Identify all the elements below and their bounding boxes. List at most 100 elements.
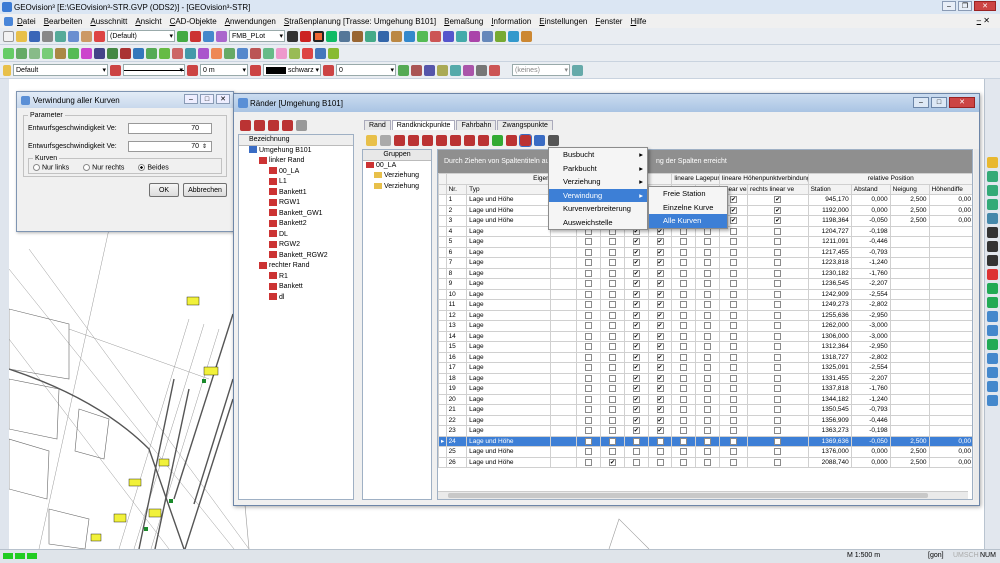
cell-typ[interactable]: Lage und Höhe: [466, 215, 552, 227]
table-row[interactable]: 13 Lage ✔ ✔ 1262,000 -3,000: [438, 320, 972, 332]
cell-check[interactable]: [600, 236, 625, 248]
group-item[interactable]: Verziehung: [363, 171, 431, 182]
cell-neigung[interactable]: 2,500: [889, 215, 930, 227]
cell-check[interactable]: [600, 446, 625, 458]
cell-hdiff[interactable]: [928, 236, 972, 248]
tree-item[interactable]: DL: [239, 230, 353, 241]
edit-props-icon[interactable]: [315, 47, 326, 59]
undo-icon[interactable]: [94, 30, 105, 42]
draw-line-icon[interactable]: [3, 47, 14, 59]
cell-check[interactable]: [695, 351, 720, 363]
cell-check[interactable]: ✔: [600, 456, 625, 468]
cell-check[interactable]: [647, 446, 673, 458]
cell-typ[interactable]: Lage: [466, 383, 552, 395]
cell-check[interactable]: [576, 341, 602, 353]
view6-icon[interactable]: [987, 339, 998, 350]
cell-check[interactable]: [695, 257, 720, 269]
linetype-edit-icon[interactable]: [187, 64, 198, 76]
cell-typ[interactable]: Lage: [466, 225, 552, 237]
cell-check[interactable]: [576, 288, 602, 300]
tab-randknickpunkte[interactable]: Randknickpunkte: [391, 120, 456, 130]
cell-check[interactable]: [747, 278, 809, 290]
cell-neigung[interactable]: [889, 330, 930, 342]
table-row[interactable]: 19 Lage ✔ ✔ 1337,818 -1,760: [438, 383, 972, 395]
cell-check[interactable]: [576, 456, 602, 468]
cell-check[interactable]: ✔: [647, 278, 673, 290]
cell-ab[interactable]: [550, 362, 578, 374]
cell-check[interactable]: ✔: [647, 299, 673, 311]
tool6-icon[interactable]: [404, 30, 415, 42]
row-selector[interactable]: [438, 299, 447, 311]
row-selector[interactable]: [438, 267, 447, 279]
cell-check[interactable]: [747, 372, 809, 384]
menu-hilfe[interactable]: Hilfe: [626, 17, 650, 26]
restore-button[interactable]: ❐: [958, 1, 972, 11]
row-selector[interactable]: [438, 330, 447, 342]
cell-check[interactable]: [600, 330, 625, 342]
cell-abstand[interactable]: -0,198: [850, 225, 891, 237]
cell-check[interactable]: [747, 246, 809, 258]
cell-check[interactable]: [671, 257, 697, 269]
cell-check[interactable]: [718, 351, 749, 363]
cell-station[interactable]: 1331,455: [807, 372, 852, 384]
row-selector[interactable]: [438, 404, 447, 416]
cell-typ[interactable]: Lage: [466, 414, 552, 426]
cell-abstand[interactable]: -2,554: [850, 288, 891, 300]
draw-rect-icon[interactable]: [55, 47, 66, 59]
cell-typ[interactable]: Lage und Höhe: [466, 456, 552, 468]
menu-verziehung[interactable]: Verziehung: [549, 175, 647, 189]
cell-typ[interactable]: Lage und Höhe: [466, 435, 552, 447]
t3-icon6[interactable]: [463, 64, 474, 76]
cell-ab[interactable]: [550, 404, 578, 416]
cell-station[interactable]: 1356,909: [807, 414, 852, 426]
edit-extend-icon[interactable]: [211, 47, 222, 59]
cell-check[interactable]: [718, 288, 749, 300]
cell-abstand[interactable]: -2,207: [850, 372, 891, 384]
cell-typ[interactable]: Lage und Höhe: [466, 204, 552, 216]
gt-11-icon[interactable]: [534, 134, 545, 146]
cell-ab[interactable]: [550, 456, 578, 468]
cell-check[interactable]: ✔: [623, 351, 649, 363]
cell-check[interactable]: [747, 383, 809, 395]
close-button[interactable]: ✕: [974, 1, 996, 11]
cell-abstand[interactable]: -1,760: [850, 267, 891, 279]
edit-mirror-icon[interactable]: [237, 47, 248, 59]
cell-check[interactable]: [718, 383, 749, 395]
cell-check[interactable]: ✔: [647, 425, 673, 437]
cell-hdiff[interactable]: [928, 341, 972, 353]
cell-typ[interactable]: Lage: [466, 362, 552, 374]
t3-icon9[interactable]: [572, 64, 583, 76]
cell-abstand[interactable]: -0,446: [850, 414, 891, 426]
cell-check[interactable]: [718, 278, 749, 290]
opt-rechts[interactable]: Nur rechts: [83, 164, 124, 171]
cell-check[interactable]: [576, 330, 602, 342]
cell-check[interactable]: [600, 351, 625, 363]
cell-check[interactable]: [576, 246, 602, 258]
cell-check[interactable]: [671, 288, 697, 300]
cell-check[interactable]: [600, 372, 625, 384]
snap-icon[interactable]: [287, 30, 298, 42]
offset-select[interactable]: 0 m: [200, 64, 248, 76]
edit-match-icon[interactable]: [328, 47, 339, 59]
table-row[interactable]: 10 Lage ✔ ✔ 1242,909 -2,554: [438, 288, 972, 300]
gt-8-icon[interactable]: [492, 134, 503, 146]
cell-check[interactable]: [600, 288, 625, 300]
cell-check[interactable]: [671, 299, 697, 311]
edit-copy-icon[interactable]: [159, 47, 170, 59]
cell-hdiff[interactable]: [928, 288, 972, 300]
cell-check[interactable]: [671, 309, 697, 321]
cell-check[interactable]: [695, 288, 720, 300]
cell-typ[interactable]: Lage und Höhe: [466, 446, 552, 458]
cell-hdiff[interactable]: [928, 309, 972, 321]
menu-einstellungen[interactable]: Einstellungen: [535, 17, 591, 26]
submenu-freie-station[interactable]: Freie Station: [649, 187, 727, 201]
cell-neigung[interactable]: [889, 278, 930, 290]
cell-ab[interactable]: [550, 446, 578, 458]
cell-neigung[interactable]: 2,500: [889, 204, 930, 216]
cell-check[interactable]: ✔: [647, 393, 673, 405]
row-selector[interactable]: [438, 383, 447, 395]
ortho-icon[interactable]: [326, 30, 337, 42]
t3-icon5[interactable]: [450, 64, 461, 76]
cell-neigung[interactable]: 2,500: [889, 194, 930, 206]
table-row[interactable]: 15 Lage ✔ ✔ 1312,364 -2,950: [438, 341, 972, 353]
